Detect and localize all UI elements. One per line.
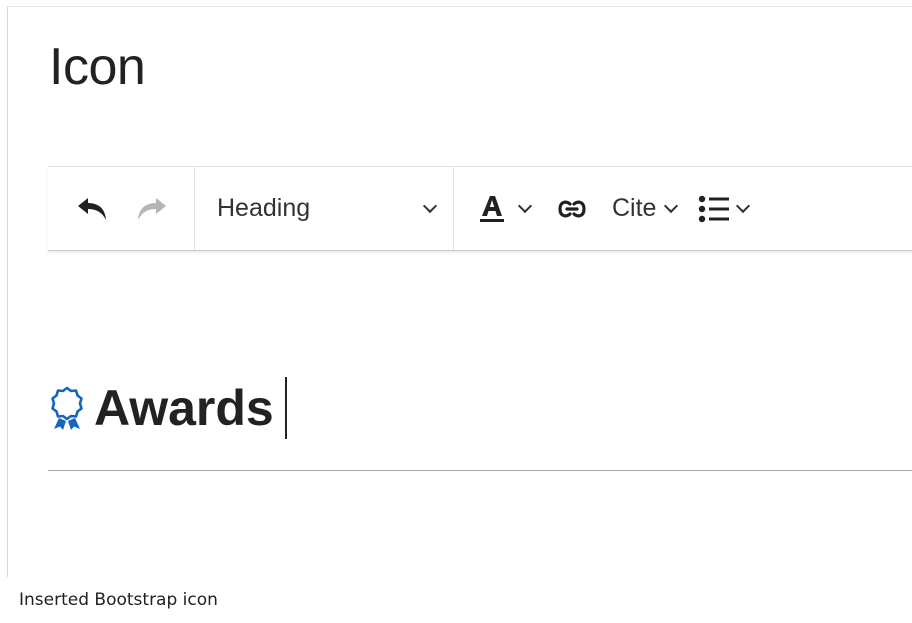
redo-button[interactable] — [122, 167, 182, 250]
cite-button[interactable]: Cite — [598, 167, 690, 250]
format-dropdown-label: Heading — [217, 194, 311, 222]
text-style-button[interactable] — [454, 167, 546, 250]
chevron-down-icon — [664, 198, 679, 213]
undo-arrow-icon — [78, 197, 106, 220]
chevron-down-icon — [517, 198, 533, 213]
undo-button[interactable] — [62, 167, 122, 250]
image-caption: Inserted Bootstrap icon — [19, 590, 218, 610]
link-button[interactable] — [546, 167, 598, 250]
editor-toolbar: Heading Cite — [48, 166, 912, 251]
bullet-list-icon — [698, 195, 729, 222]
cite-label: Cite — [612, 194, 657, 222]
editor-frame: Icon Heading Cite Awards — [7, 6, 912, 577]
heading-text: Awards — [94, 380, 274, 436]
redo-arrow-icon — [138, 197, 166, 220]
format-dropdown[interactable]: Heading — [195, 167, 453, 250]
link-icon — [558, 200, 586, 217]
heading-block[interactable]: Awards — [50, 377, 287, 439]
text-cursor — [284, 377, 287, 439]
page-title: Icon — [49, 38, 146, 96]
chevron-down-icon — [422, 198, 438, 213]
list-button[interactable] — [690, 167, 780, 250]
chevron-down-icon — [735, 198, 751, 213]
heading-underline — [48, 470, 912, 471]
text-style-icon — [480, 195, 504, 222]
award-icon — [51, 386, 83, 430]
history-group — [48, 167, 194, 250]
